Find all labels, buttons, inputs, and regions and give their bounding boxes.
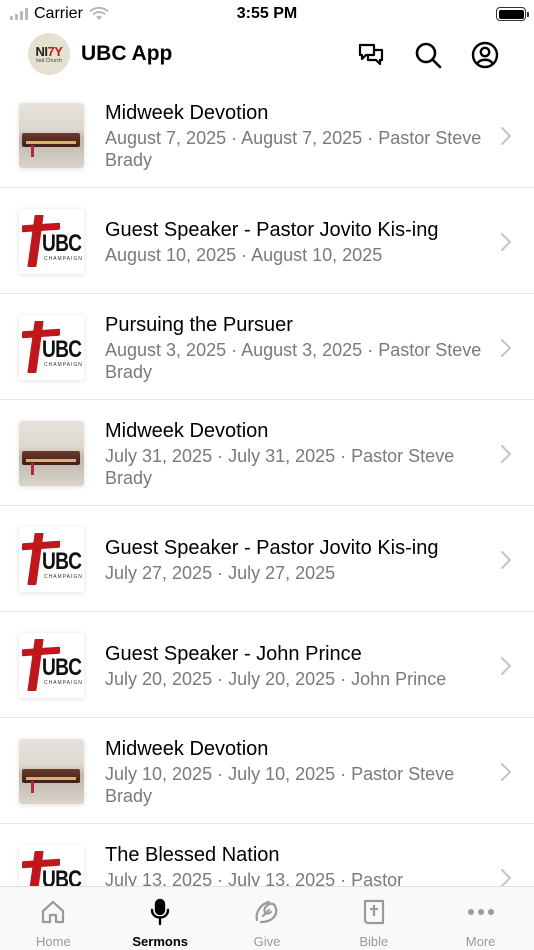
tab-home[interactable]: Home: [0, 887, 107, 950]
sermon-title: Midweek Devotion: [105, 420, 269, 442]
more-icon: [467, 909, 494, 915]
sermon-list: Midweek Devotion August 7, 2025 · August…: [0, 82, 534, 886]
sermon-row[interactable]: UBC CHAMPAIGN Pursuing the Pursuer August…: [0, 294, 534, 400]
status-bar: Carrier 3:55 PM: [0, 0, 534, 30]
tab-label: Home: [36, 934, 71, 949]
bible-thumbnail: [19, 421, 84, 486]
sermon-title: Guest Speaker - Pastor Jovito Kis-ing: [105, 537, 439, 559]
sermon-row[interactable]: UBCCHAMPAIGN The Blessed Nation July 13,…: [0, 824, 534, 886]
bible-thumbnail: [19, 739, 84, 804]
sermon-row[interactable]: UBC CHAMPAIGN Guest Speaker - Pastor Jovi…: [0, 188, 534, 294]
sermon-subtitle: August 7, 2025 · August 7, 2025 · Pastor…: [105, 128, 482, 170]
tab-label: Sermons: [132, 934, 189, 949]
chat-button[interactable]: [355, 39, 387, 71]
sermon-row[interactable]: UBC CHAMPAIGN Guest Speaker - John Prince…: [0, 612, 534, 718]
sermon-subtitle: July 27, 2025 · July 27, 2025: [105, 563, 336, 583]
tab-label: Bible: [359, 934, 389, 949]
ubc-logo-thumbnail: UBCCHAMPAIGN: [19, 209, 84, 274]
sermon-row[interactable]: Midweek Devotion July 31, 2025 · July 31…: [0, 400, 534, 506]
chevron-right-icon: [501, 551, 511, 569]
sermon-subtitle: July 31, 2025 · July 31, 2025 · Pastor S…: [105, 446, 455, 488]
tab-sermons[interactable]: Sermons: [107, 887, 214, 950]
account-icon: [471, 41, 499, 69]
sermon-subtitle: August 3, 2025 · August 3, 2025 · Pastor…: [105, 340, 482, 382]
sermon-row[interactable]: UBC CHAMPAIGN Guest Speaker - Pastor Jovi…: [0, 506, 534, 612]
home-icon: [42, 900, 65, 924]
bible-thumbnail: [19, 103, 84, 168]
chat-icon: [358, 43, 384, 66]
tab-bible[interactable]: Bible: [320, 887, 427, 950]
sermon-subtitle: August 10, 2025 · August 10, 2025: [105, 245, 383, 265]
tab-label: More: [465, 934, 496, 949]
ubc-logo-thumbnail: UBCCHAMPAIGN: [19, 315, 84, 380]
sermon-subtitle: July 10, 2025 · July 10, 2025 · Pastor S…: [105, 764, 455, 806]
chevron-right-icon: [501, 869, 511, 886]
sermon-row[interactable]: Midweek Devotion July 10, 2025 · July 10…: [0, 718, 534, 824]
chevron-right-icon: [501, 445, 511, 463]
sermon-title: The Blessed Nation: [105, 844, 280, 866]
tab-bar: Home Sermons Give Bible More: [0, 886, 534, 950]
ubc-logo-thumbnail: UBCCHAMPAIGN: [19, 527, 84, 592]
search-button[interactable]: [412, 39, 444, 71]
search-icon: [415, 42, 442, 69]
ubc-logo-thumbnail: UBCCHAMPAIGN: [19, 633, 84, 698]
sermon-row[interactable]: Midweek Devotion August 7, 2025 · August…: [0, 82, 534, 188]
sermon-title: Guest Speaker - John Prince: [105, 643, 362, 665]
status-time: 3:55 PM: [236, 5, 298, 22]
give-icon: [255, 900, 278, 924]
battery-icon: [496, 7, 529, 21]
chevron-right-icon: [501, 233, 511, 251]
chevron-right-icon: [501, 657, 511, 675]
tab-more[interactable]: More: [427, 887, 534, 950]
chevron-right-icon: [501, 127, 511, 145]
sermon-subtitle: July 20, 2025 · July 20, 2025 · John Pri…: [105, 669, 447, 689]
tab-label: Give: [253, 934, 281, 949]
chevron-right-icon: [501, 339, 511, 357]
ubc-logo-thumbnail: UBCCHAMPAIGN: [19, 845, 84, 886]
sermon-subtitle: July 13, 2025 · July 13, 2025 · Pastor: [105, 870, 404, 886]
app-header: NI7Y ited Church UBC App: [0, 30, 534, 82]
chevron-right-icon: [501, 763, 511, 781]
church-logo: NI7Y ited Church: [28, 33, 70, 75]
account-button[interactable]: [469, 39, 501, 71]
app-title: UBC App: [81, 42, 173, 65]
sermon-title: Midweek Devotion: [105, 738, 269, 760]
sermon-title: Pursuing the Pursuer: [105, 314, 293, 336]
tab-give[interactable]: Give: [214, 887, 321, 950]
bible-icon: [363, 899, 384, 925]
sermon-title: Guest Speaker - Pastor Jovito Kis-ing: [105, 219, 439, 241]
sermon-title: Midweek Devotion: [105, 102, 269, 124]
microphone-icon: [150, 898, 170, 926]
